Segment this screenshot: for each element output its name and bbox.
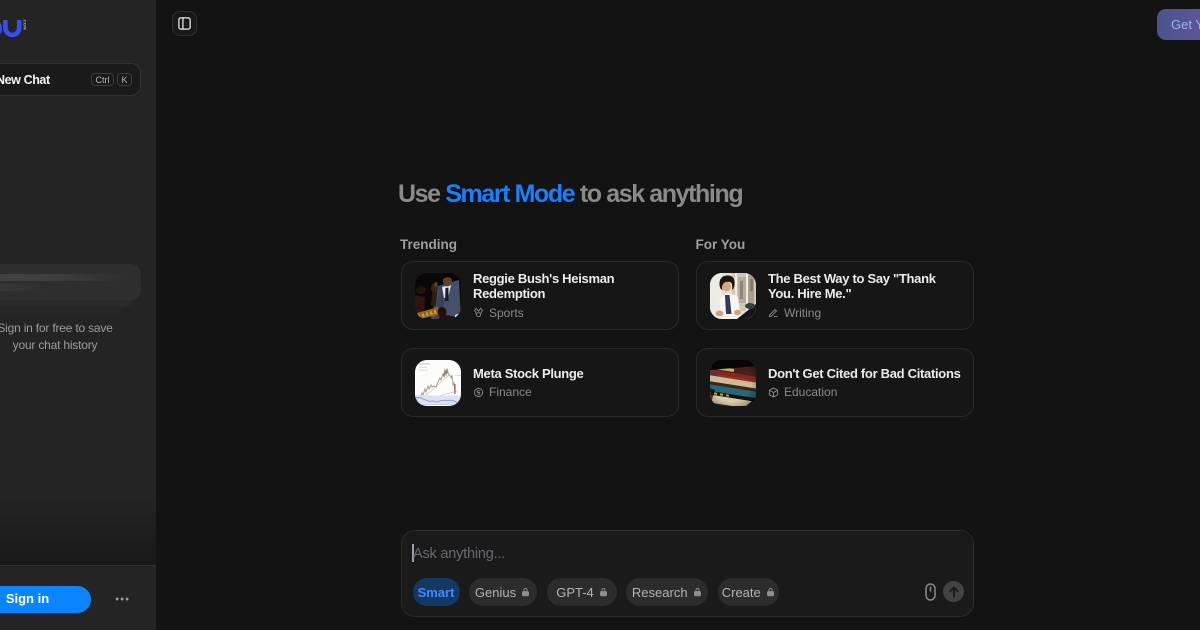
svg-text:.COM: .COM — [23, 18, 28, 30]
